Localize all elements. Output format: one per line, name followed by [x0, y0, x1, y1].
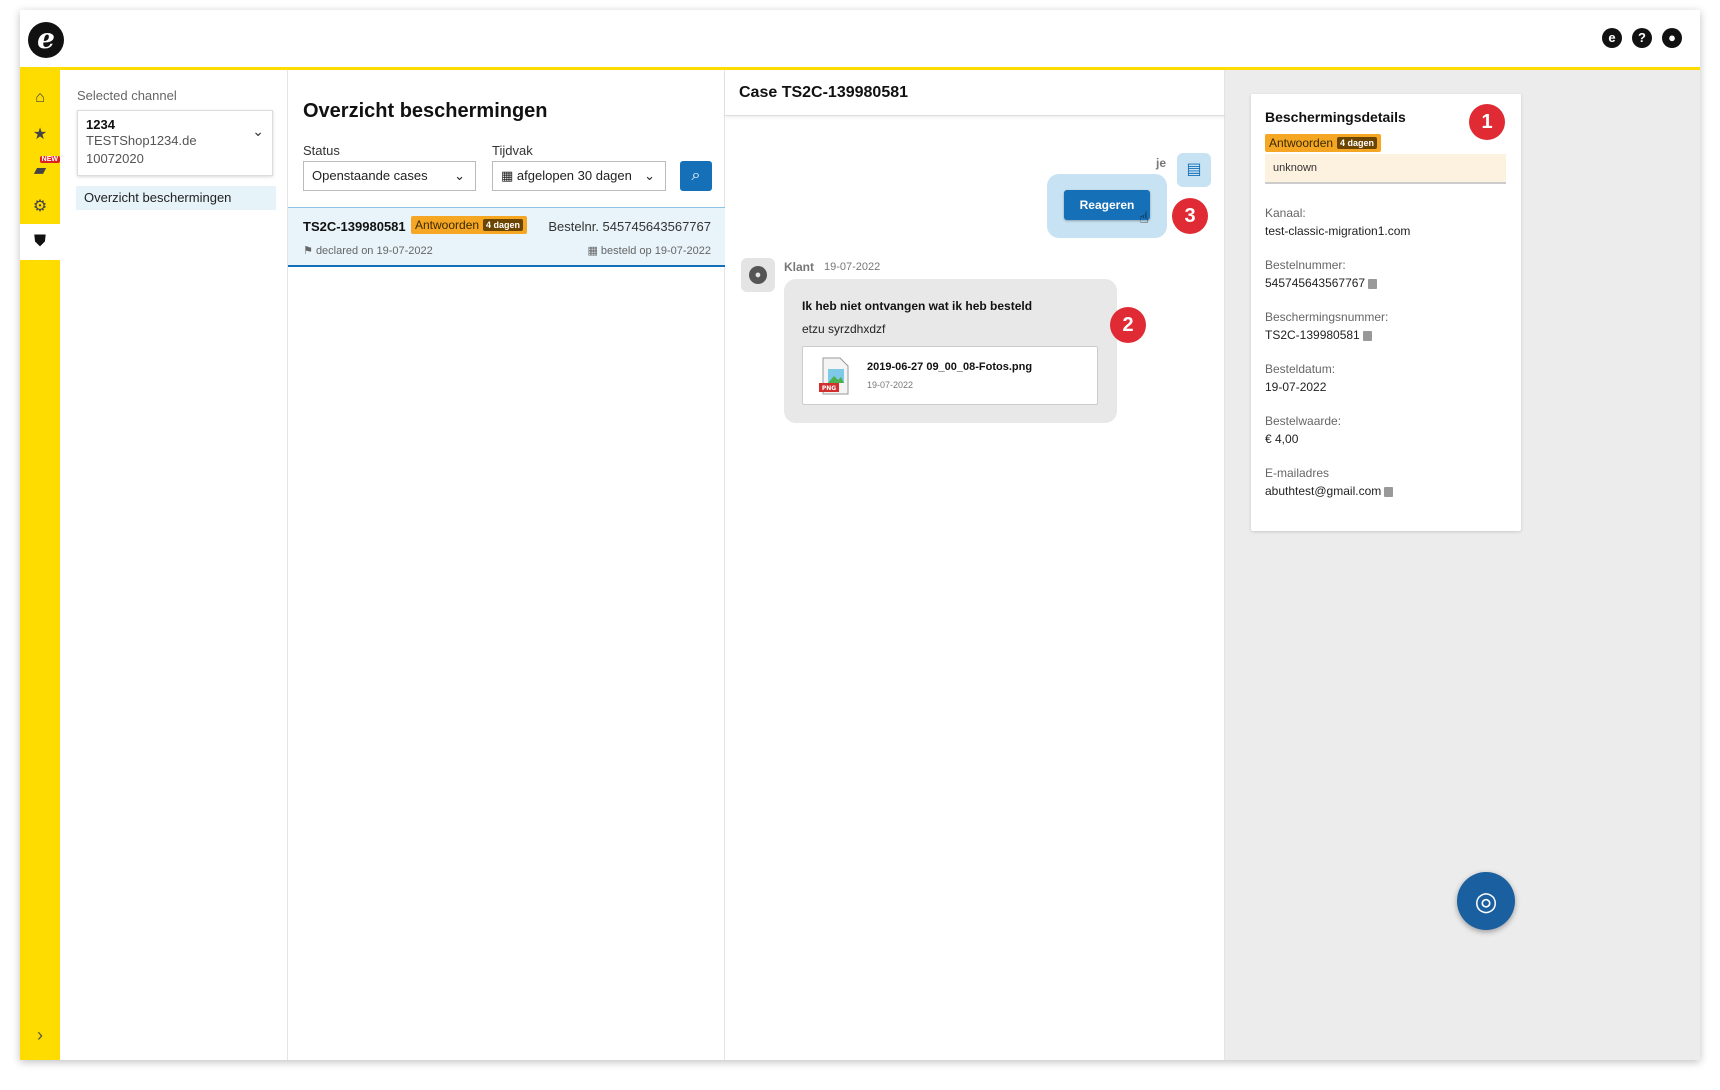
message-title: Ik heb niet ontvangen wat ik heb besteld	[802, 299, 1033, 313]
customer-message-date: 19-07-2022	[824, 261, 881, 273]
nav-overview[interactable]: Overzicht beschermingen	[76, 186, 276, 210]
attachment-date: 19-07-2022	[867, 380, 914, 390]
home-icon[interactable]: ⌂	[20, 80, 60, 116]
search-button[interactable]: ⌕	[680, 161, 712, 191]
field-label-email: E-mailadres	[1265, 466, 1330, 480]
status-badge: Antwoorden 4 dagen	[1265, 134, 1382, 152]
new-badge: NEW	[39, 156, 60, 163]
me-label: je	[1156, 156, 1167, 170]
status-label: Status	[303, 143, 340, 158]
field-label-protection-number: Beschermingsnummer:	[1265, 310, 1389, 324]
chevron-down-icon: ⌄	[454, 168, 465, 183]
chat-panel: Case TS2C-139980581 je ▤ Reageren ☝ 3 ● …	[725, 70, 1225, 1060]
fingerprint-button[interactable]: ◎	[1457, 872, 1515, 930]
channel-panel: Selected channel 1234 TESTShop1234.de 10…	[60, 70, 288, 1060]
chat-icon[interactable]: e	[1602, 28, 1622, 48]
logo-icon[interactable]: e	[28, 22, 64, 58]
email-text: abuthtest@gmail.com	[1265, 484, 1382, 498]
copy-icon[interactable]	[1368, 278, 1378, 289]
status-select[interactable]: Openstaande cases ⌄	[303, 161, 476, 191]
flag-icon: ⚑	[303, 245, 313, 257]
field-label-order-value: Bestelwaarde:	[1265, 414, 1342, 428]
stats-icon[interactable]: ▰ NEW	[20, 152, 60, 188]
my-message-bubble: Reageren ☝	[1047, 174, 1167, 238]
top-bar: e e ? ●	[20, 10, 1700, 70]
case-ordered: ▦ besteld op 19-07-2022	[587, 244, 711, 257]
calendar-icon: ▦	[501, 168, 514, 183]
status-text: unknown	[1265, 154, 1506, 184]
attachment-name: 2019-06-27 09_00_08-Fotos.png	[867, 361, 1033, 373]
case-id: TS2C-139980581	[303, 219, 406, 234]
copy-icon[interactable]	[1384, 486, 1394, 497]
help-icon[interactable]: ?	[1632, 28, 1652, 48]
attachment-card[interactable]: PNG 2019-06-27 09_00_08-Fotos.png 19-07-…	[802, 346, 1098, 405]
message-body: etzu syrzdhxdzf	[802, 322, 886, 336]
field-label-channel: Kanaal:	[1265, 206, 1306, 220]
step-marker-2: 2	[1110, 307, 1146, 343]
reply-button[interactable]: Reageren	[1064, 190, 1150, 220]
status-value: Openstaande cases	[312, 168, 428, 183]
chat-title: Case TS2C-139980581	[739, 84, 909, 101]
stats-glyph: ▰	[33, 162, 47, 179]
cases-list-panel: Overzicht beschermingen Status Openstaan…	[288, 70, 725, 1060]
fingerprint-icon: ◎	[1474, 886, 1498, 916]
chevron-down-icon: ⌄	[644, 168, 655, 183]
badge-days: 4 dagen	[483, 219, 524, 231]
top-icons: e ? ●	[1602, 28, 1682, 48]
period-value: afgelopen 30 dagen	[516, 168, 632, 183]
step-marker-1: 1	[1469, 104, 1505, 140]
case-declared: ⚑ declared on 19-07-2022	[303, 244, 433, 257]
channel-shop: TESTShop1234.de	[86, 133, 197, 148]
details-card: Beschermingsdetails 1 Antwoorden 4 dagen…	[1251, 94, 1521, 531]
pointer-cursor-icon: ☝	[1139, 210, 1149, 227]
user-icon[interactable]: ●	[1662, 28, 1682, 48]
field-value-email: abuthtest@gmail.com	[1265, 484, 1394, 498]
badge-label: Antwoorden	[1269, 136, 1334, 150]
badge-days: 4 dagen	[1337, 137, 1378, 149]
field-value-order-date: 19-07-2022	[1265, 380, 1327, 394]
channel-number: 10072020	[86, 151, 144, 166]
shield-icon[interactable]: ⛊	[20, 224, 60, 260]
search-icon: ⌕	[691, 167, 701, 184]
customer-avatar: ●	[741, 258, 775, 292]
png-file-icon: PNG	[819, 357, 849, 395]
field-value-order-value: € 4,00	[1265, 432, 1299, 446]
field-value-channel: test-classic-migration1.com	[1265, 224, 1411, 238]
chat-header: Case TS2C-139980581	[725, 70, 1225, 116]
field-label-order-number: Bestelnummer:	[1265, 258, 1346, 272]
badge-label: Antwoorden	[415, 218, 480, 232]
field-label-order-date: Besteldatum:	[1265, 362, 1336, 376]
gear-icon[interactable]: ⚙	[20, 188, 60, 224]
page-title: Overzicht beschermingen	[303, 100, 548, 122]
order-number-text: 545745643567767	[1265, 276, 1366, 290]
left-rail: ⌂ ★ ▰ NEW ⚙ ⛊ ›	[20, 70, 60, 1060]
channel-id: 1234	[86, 117, 115, 132]
case-ordered-text: besteld op 19-07-2022	[600, 245, 711, 257]
file-type-label: PNG	[822, 385, 836, 392]
period-label: Tijdvak	[492, 143, 533, 158]
chevron-down-icon: ⌄	[252, 123, 264, 139]
case-order-number: Bestelnr. 545745643567767	[548, 219, 711, 234]
details-title: Beschermingsdetails	[1265, 109, 1406, 125]
channel-select[interactable]: 1234 TESTShop1234.de 10072020 ⌄	[77, 110, 273, 176]
field-value-order-number: 545745643567767	[1265, 276, 1378, 290]
user-icon: ●	[749, 266, 767, 284]
customer-name: Klant	[784, 260, 814, 274]
channel-label: Selected channel	[77, 88, 177, 103]
table-row[interactable]: TS2C-139980581 Antwoorden 4 dagen Bestel…	[288, 207, 725, 267]
shop-icon: ▤	[1177, 153, 1211, 187]
protection-number-text: TS2C-139980581	[1265, 328, 1360, 342]
customer-message-bubble: Ik heb niet ontvangen wat ik heb besteld…	[784, 279, 1117, 423]
status-badge: Antwoorden 4 dagen	[411, 216, 528, 234]
app-window: e e ? ● ⌂ ★ ▰ NEW ⚙ ⛊ › Selected channel…	[20, 10, 1700, 1060]
copy-icon[interactable]	[1362, 330, 1372, 341]
case-declared-text: declared on 19-07-2022	[315, 245, 433, 257]
step-marker-3: 3	[1172, 198, 1208, 234]
star-icon[interactable]: ★	[20, 116, 60, 152]
calendar-icon: ▦	[587, 245, 598, 257]
period-select[interactable]: ▦ afgelopen 30 dagen ⌄	[492, 161, 666, 191]
field-value-protection-number: TS2C-139980581	[1265, 328, 1372, 342]
expand-icon[interactable]: ›	[20, 1025, 60, 1046]
